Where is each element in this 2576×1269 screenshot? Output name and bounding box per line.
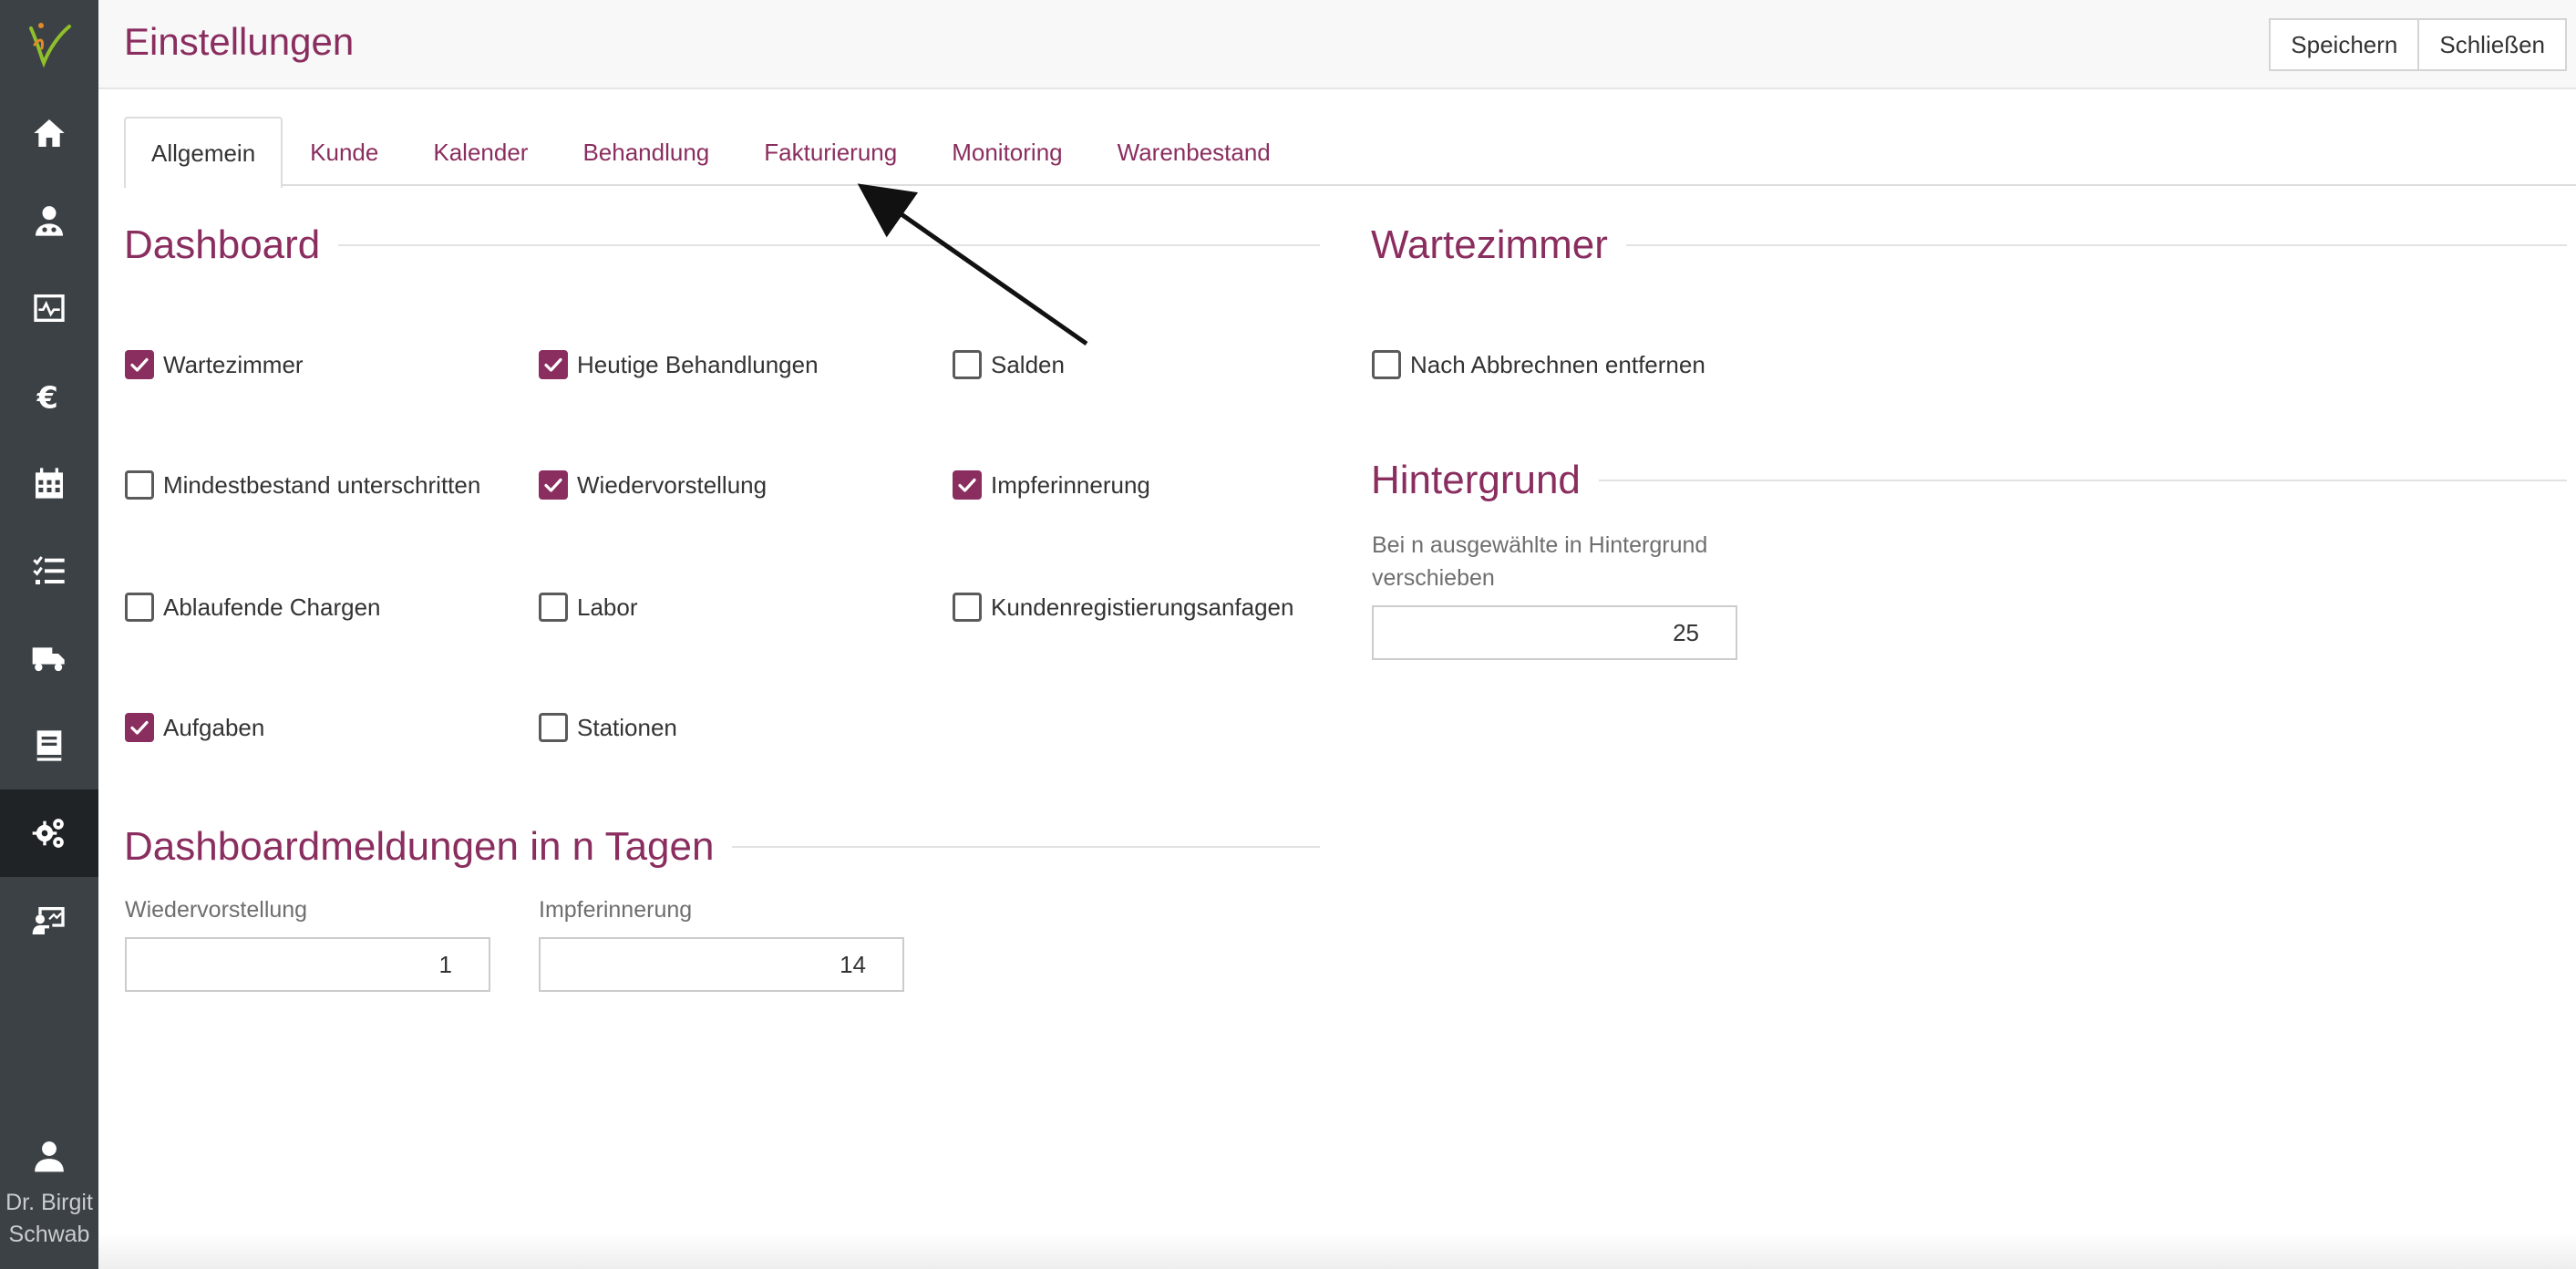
monitor-chart-icon <box>34 294 65 322</box>
sidebar-item-documents[interactable] <box>0 702 98 789</box>
background-count-label-line2: verschieben <box>1372 565 1495 591</box>
sidebar-item-delivery[interactable] <box>0 614 98 702</box>
tab-kalender[interactable]: Kalender <box>406 117 555 186</box>
wiedervorstellung-days-input[interactable] <box>125 937 490 992</box>
checkbox-mindestbestand[interactable]: Mindestbestand unterschritten <box>125 470 480 500</box>
checkbox-label: Wiedervorstellung <box>577 470 768 499</box>
save-button[interactable]: Speichern <box>2269 18 2420 71</box>
user-name-first: Dr. Birgit <box>5 1190 93 1215</box>
background-count-label-line1: Bei n ausgewählte in Hintergrund <box>1372 532 1708 558</box>
checkbox-label: Nach Abbrechnen entfernen <box>1410 350 1705 378</box>
checkbox-ablaufende-chargen[interactable]: Ablaufende Chargen <box>125 593 381 622</box>
background-heading: Hintergrund <box>1371 458 2567 503</box>
checkbox-label: Aufgaben <box>163 713 265 741</box>
checkbox-label: Ablaufende Chargen <box>163 593 381 621</box>
euro-icon: € <box>36 379 58 414</box>
truck-icon <box>32 647 65 672</box>
doctor-icon <box>36 206 63 236</box>
waiting-room-title: Wartezimmer <box>1371 222 1608 267</box>
background-count-input[interactable] <box>1372 605 1737 660</box>
checkbox-box[interactable] <box>953 350 982 379</box>
sidebar-item-tasks[interactable] <box>0 527 98 614</box>
checkbox-labor[interactable]: Labor <box>539 593 638 622</box>
checkbox-box[interactable] <box>539 593 568 622</box>
checkbox-box[interactable] <box>953 470 982 500</box>
book-icon <box>36 730 62 761</box>
sidebar-item-patients[interactable] <box>0 177 98 264</box>
section-divider <box>338 244 1320 246</box>
user-name-last: Schwab <box>8 1222 90 1247</box>
checkbox-label: Wartezimmer <box>163 350 304 378</box>
checkbox-wartezimmer[interactable]: Wartezimmer <box>125 350 304 379</box>
background-title: Hintergrund <box>1371 458 1581 502</box>
sidebar-item-billing[interactable]: € <box>0 352 98 439</box>
page-title: Einstellungen <box>124 20 355 63</box>
user-profile[interactable]: Dr. Birgit Schwab <box>0 1138 98 1269</box>
dashboard-title: Dashboard <box>124 222 321 267</box>
settings-tabs: Allgemein Kunde Kalender Behandlung Fakt… <box>124 117 2576 188</box>
checkbox-heutige-behandlungen[interactable]: Heutige Behandlungen <box>539 350 819 379</box>
checkbox-wiedervorstellung[interactable]: Wiedervorstellung <box>539 470 767 500</box>
tab-monitoring[interactable]: Monitoring <box>924 117 1089 186</box>
dashboard-messages-title: Dashboardmeldungen in n Tagen <box>124 824 715 869</box>
checkbox-label: Stationen <box>577 713 677 741</box>
checkbox-label: Heutige Behandlungen <box>577 350 819 378</box>
sidebar-item-training[interactable] <box>0 877 98 965</box>
wiedervorstellung-days-label: Wiedervorstellung <box>125 897 308 923</box>
impferinnerung-days-label: Impferinnerung <box>539 897 693 923</box>
tab-allgemein[interactable]: Allgemein <box>124 117 283 188</box>
dashboard-messages-heading: Dashboardmeldungen in n Tagen <box>124 824 1320 870</box>
tab-fakturierung[interactable]: Fakturierung <box>737 117 924 186</box>
sidebar-item-home[interactable] <box>0 89 98 177</box>
impferinnerung-days-input[interactable] <box>539 937 904 992</box>
checkbox-label: Impferinnerung <box>991 470 1150 499</box>
logo-icon <box>29 23 71 68</box>
background-count-label: Bei n ausgewählte in Hintergrund verschi… <box>1372 529 1707 594</box>
presentation-user-icon <box>32 907 65 934</box>
checkbox-label: Kundenregistierungsanfagen <box>991 593 1294 621</box>
checkbox-stationen[interactable]: Stationen <box>539 713 677 742</box>
tab-warenbestand[interactable]: Warenbestand <box>1090 117 1298 186</box>
header: Einstellungen Speichern Schließen <box>98 0 2576 89</box>
sidebar: € Dr. Birgit Schwab <box>0 0 98 1269</box>
checkbox-box[interactable] <box>953 593 982 622</box>
checkbox-box[interactable] <box>125 470 154 500</box>
annotation-arrow <box>857 183 1088 346</box>
checkbox-box[interactable] <box>539 350 568 379</box>
section-divider <box>732 846 1320 848</box>
checkbox-label: Labor <box>577 593 638 621</box>
checkbox-box[interactable] <box>1372 350 1401 379</box>
close-button[interactable]: Schließen <box>2417 18 2567 71</box>
dashboard-heading: Dashboard <box>124 222 1320 268</box>
checkbox-label: Salden <box>991 350 1065 378</box>
waiting-room-heading: Wartezimmer <box>1371 222 2567 268</box>
sidebar-item-monitoring[interactable] <box>0 264 98 352</box>
tasks-list-icon <box>33 556 65 584</box>
checkbox-box[interactable] <box>539 713 568 742</box>
header-actions: Speichern Schließen <box>2269 18 2567 71</box>
section-divider <box>1598 480 2567 481</box>
user-icon <box>35 1141 64 1172</box>
sidebar-item-calendar[interactable] <box>0 439 98 527</box>
checkbox-salden[interactable]: Salden <box>953 350 1065 379</box>
sidebar-item-settings[interactable] <box>0 789 98 877</box>
bottom-shadow <box>98 1233 2576 1269</box>
app-logo[interactable] <box>0 0 98 89</box>
checkbox-impferinnerung[interactable]: Impferinnerung <box>953 470 1150 500</box>
checkbox-aufgaben[interactable]: Aufgaben <box>125 713 264 742</box>
home-icon <box>34 119 65 147</box>
checkbox-box[interactable] <box>125 713 154 742</box>
settings-gears-icon <box>32 819 64 848</box>
checkbox-box[interactable] <box>125 350 154 379</box>
svg-text:€: € <box>36 379 58 414</box>
checkbox-label: Mindestbestand unterschritten <box>163 470 481 499</box>
section-divider <box>1625 244 2567 246</box>
checkbox-box[interactable] <box>125 593 154 622</box>
calendar-icon <box>36 468 63 499</box>
tab-behandlung[interactable]: Behandlung <box>555 117 737 186</box>
checkbox-nach-abbrechnen-entfernen[interactable]: Nach Abbrechnen entfernen <box>1372 350 1705 379</box>
tab-kunde[interactable]: Kunde <box>283 117 406 186</box>
checkbox-box[interactable] <box>539 470 568 500</box>
checkbox-kundenregistrierung[interactable]: Kundenregistierungsanfagen <box>953 593 1293 622</box>
